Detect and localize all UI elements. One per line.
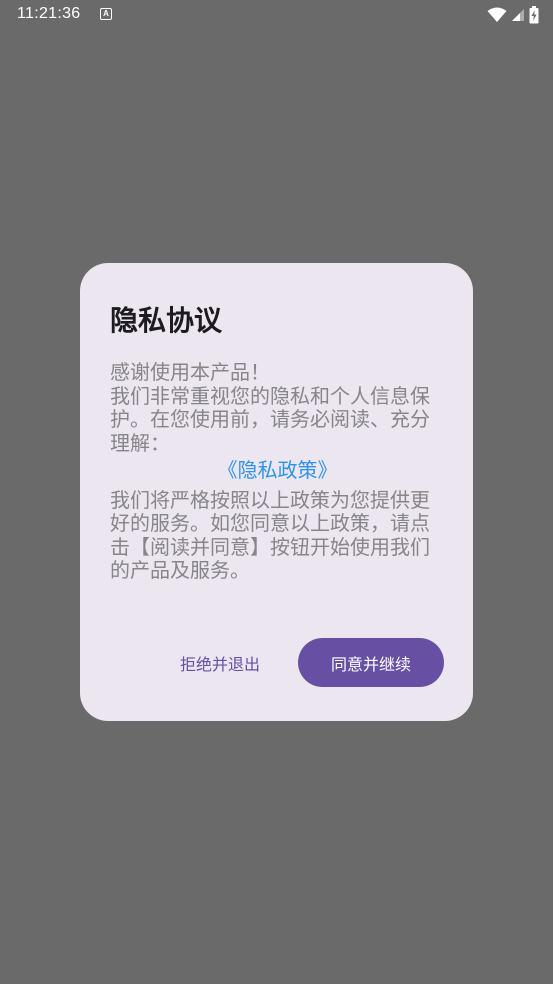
closing-text: 我们将严格按照以上政策为您提供更好的服务。如您同意以上政策，请点击【阅读并同意】… [110,487,430,582]
status-icons [487,6,539,24]
wifi-icon [487,7,507,22]
battery-charging-icon [529,6,539,24]
agree-continue-button[interactable]: 同意并继续 [298,638,444,687]
cellular-signal-icon [512,9,524,21]
reject-exit-button[interactable]: 拒绝并退出 [180,651,260,675]
dialog-body: 感谢使用本产品！ 我们非常重视您的隐私和个人信息保护。在您使用前，请务必阅读、充… [110,360,445,583]
dialog-title: 隐私协议 [110,304,223,337]
status-time: 11:21:36 [17,5,81,22]
notification-a-icon: A [100,8,112,20]
intro-text: 我们非常重视您的隐私和个人信息保护。在您使用前，请务必阅读、充分理解： [110,383,430,455]
intro-thanks-text: 感谢使用本产品！ [110,360,270,384]
privacy-dialog: 隐私协议 感谢使用本产品！ 我们非常重视您的隐私和个人信息保护。在您使用前，请务… [80,263,473,721]
status-bar: 11:21:36 A [0,0,553,30]
privacy-policy-link[interactable]: 《隐私政策》 [110,458,445,483]
